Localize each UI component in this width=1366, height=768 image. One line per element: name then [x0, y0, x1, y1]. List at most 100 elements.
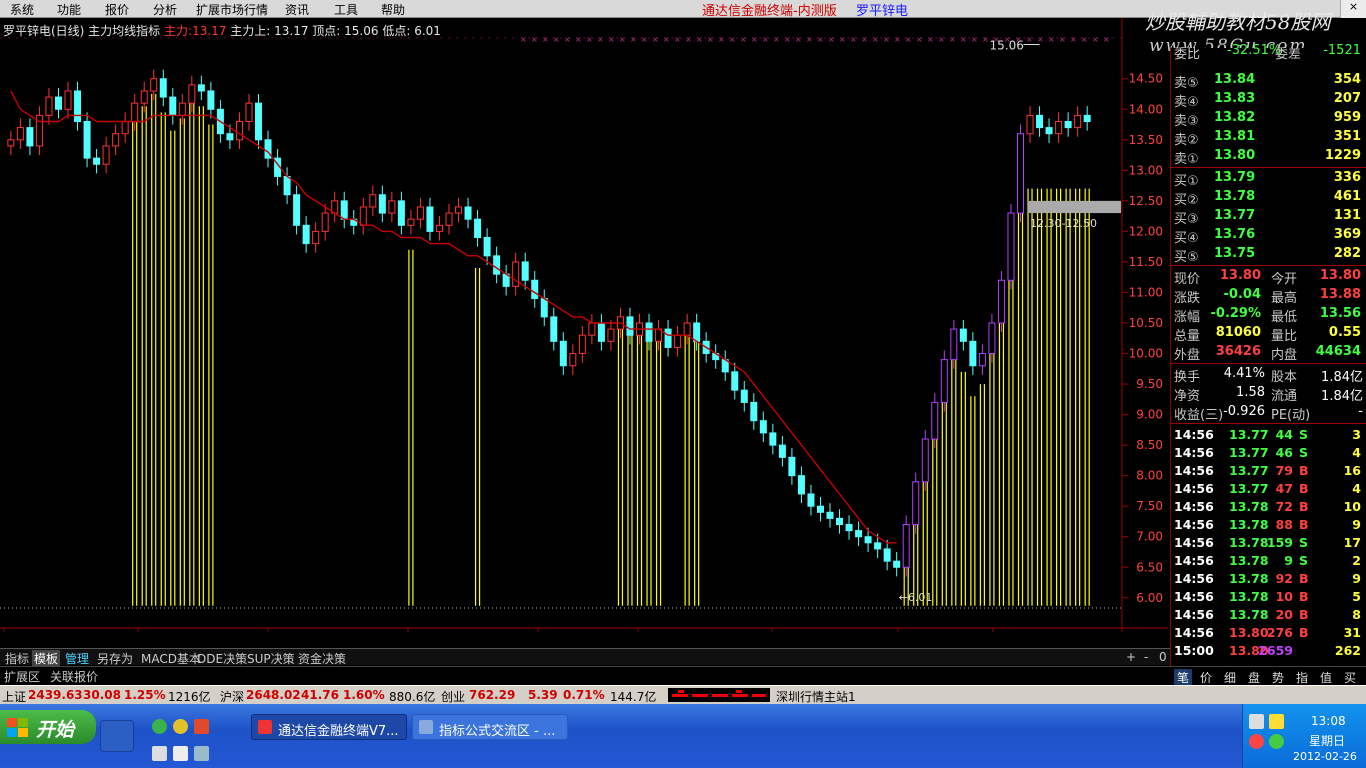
zoom-out-button[interactable]: - — [1142, 650, 1150, 664]
main-value: 13.17 — [192, 24, 227, 38]
rtab-price[interactable]: 价 — [1200, 669, 1212, 686]
bid-volume: 282 — [1333, 246, 1361, 261]
quicklaunch-keyboard-icon[interactable] — [152, 746, 167, 761]
trade-time: 14:56 — [1174, 463, 1214, 478]
candle-body — [731, 371, 739, 391]
menu-news[interactable]: 资讯 — [285, 1, 309, 18]
bid-label: 买⑤ — [1174, 250, 1199, 265]
trade-row: 14:56 13.78 88 B 9 — [1171, 516, 1366, 535]
top-marker: × — [916, 35, 923, 44]
tab-related-quote[interactable]: 关联报价 — [50, 668, 98, 685]
candle-body — [464, 206, 472, 220]
bid-price: 13.76 — [1214, 227, 1256, 242]
rtab-book[interactable]: 盘 — [1248, 669, 1260, 686]
zoom-in-button[interactable]: + — [1124, 650, 1138, 664]
trade-volume: 72 — [1275, 499, 1293, 514]
top-marker: × — [795, 35, 802, 44]
rtab-detail[interactable]: 细 — [1224, 669, 1236, 686]
trade-side: B — [1299, 481, 1309, 496]
candle-body — [959, 328, 967, 342]
trade-price: 13.78 — [1229, 499, 1269, 514]
candle-body — [64, 90, 72, 110]
bid-row: 买② 13.78 461 — [1171, 188, 1366, 208]
windows-logo-icon — [7, 718, 28, 737]
tab-fund[interactable]: 资金决策 — [296, 650, 348, 667]
sz-value: 2648.02 — [246, 688, 301, 702]
tab-indicator[interactable]: 指标 — [3, 650, 31, 667]
candle-body — [997, 279, 1005, 324]
candle-body — [769, 432, 777, 446]
kline-chart[interactable]: 6.00 6.50 7.00 7.50 8.00 8.50 9.00 9.50 10.00 10.… — [0, 18, 1168, 632]
quicklaunch-window-icon[interactable] — [194, 746, 209, 761]
ask-label: 卖② — [1174, 133, 1199, 148]
tray-security-icon[interactable] — [1249, 734, 1264, 749]
candle-body — [293, 194, 301, 226]
show-desktop-icon[interactable] — [100, 720, 134, 752]
tab-sup[interactable]: SUP决策 — [245, 650, 297, 667]
trade-count: 4 — [1352, 445, 1361, 460]
rtab-value[interactable]: 值 — [1320, 669, 1332, 686]
tray-volume-icon[interactable] — [1269, 714, 1284, 729]
menu-tools[interactable]: 工具 — [334, 1, 358, 18]
info-value: 4.41% — [1223, 366, 1265, 381]
quicklaunch-media-icon[interactable] — [194, 719, 209, 734]
candle-body — [597, 322, 605, 342]
sh-value: 2439.63 — [28, 688, 83, 702]
tab-template[interactable]: 模板 — [32, 650, 61, 667]
rtab-buy[interactable]: 买 — [1344, 669, 1356, 686]
menu-analysis[interactable]: 分析 — [153, 1, 177, 18]
tab-manage[interactable]: 管理 — [63, 650, 91, 667]
quicklaunch-ie-icon[interactable] — [152, 719, 167, 734]
stock-title: 罗平锌电 — [856, 4, 909, 19]
taskbar-app-forum[interactable]: 指标公式交流区 - ... — [412, 714, 568, 740]
ask-row: 卖④ 13.83 207 — [1171, 90, 1366, 110]
trade-side: B — [1299, 571, 1309, 586]
candle-body — [750, 401, 758, 422]
menu-system[interactable]: 系统 — [10, 1, 34, 18]
tab-dde[interactable]: DDE决策 — [195, 650, 249, 667]
menu-quote[interactable]: 报价 — [105, 1, 129, 18]
rtab-index[interactable]: 指 — [1296, 669, 1308, 686]
tab-macd[interactable]: MACD基本 — [139, 650, 203, 667]
y-tick-label: 10.00 — [1129, 347, 1163, 361]
stat-value2: 13.80 — [1319, 268, 1361, 283]
trade-time: 14:56 — [1174, 517, 1214, 532]
trade-price: 13.77 — [1229, 481, 1269, 496]
tray-network-icon[interactable] — [1249, 714, 1264, 729]
menu-ext-market[interactable]: 扩展市场行情 — [196, 1, 268, 18]
y-tick-label: 13.00 — [1129, 163, 1163, 177]
top-marker: × — [993, 35, 1000, 44]
trade-row: 14:56 13.77 47 B 4 — [1171, 480, 1366, 499]
taskbar-app-tdx[interactable]: 通达信金融终端V7... — [251, 714, 407, 740]
quicklaunch-app-icon[interactable] — [173, 719, 188, 734]
rtab-tick[interactable]: 笔 — [1174, 669, 1193, 686]
candle-body — [683, 322, 691, 336]
start-button[interactable]: 开始 — [0, 710, 96, 744]
top-marker: × — [762, 35, 769, 44]
trade-price: 13.78 — [1229, 517, 1269, 532]
trade-price: 13.78 — [1229, 607, 1269, 622]
divider — [1171, 423, 1366, 424]
menu-function[interactable]: 功能 — [57, 1, 81, 18]
clock-time[interactable]: 13:08 — [1311, 714, 1346, 728]
trade-row: 14:56 13.77 79 B 16 — [1171, 462, 1366, 481]
top-marker: × — [520, 35, 527, 44]
candle-body — [302, 224, 310, 245]
sh-pct: 1.25% — [124, 688, 166, 702]
candle-body — [197, 84, 205, 92]
trade-side: S — [1299, 535, 1309, 550]
tray-shield-icon[interactable] — [1269, 734, 1284, 749]
stat-value: -0.04 — [1223, 287, 1261, 302]
ask-label: 卖④ — [1174, 95, 1199, 110]
bid-row: 买④ 13.76 369 — [1171, 226, 1366, 246]
menu-help[interactable]: 帮助 — [381, 1, 405, 18]
quicklaunch-help-icon[interactable] — [173, 746, 188, 761]
tab-ext-area[interactable]: 扩展区 — [4, 668, 40, 685]
candle-body — [1007, 212, 1015, 281]
tab-save-as[interactable]: 另存为 — [95, 650, 135, 667]
reset-button[interactable]: 0 — [1157, 650, 1169, 664]
candle-body — [159, 78, 167, 98]
candle-body — [435, 224, 443, 232]
candle-body — [626, 316, 634, 336]
rtab-trend[interactable]: 势 — [1272, 669, 1284, 686]
